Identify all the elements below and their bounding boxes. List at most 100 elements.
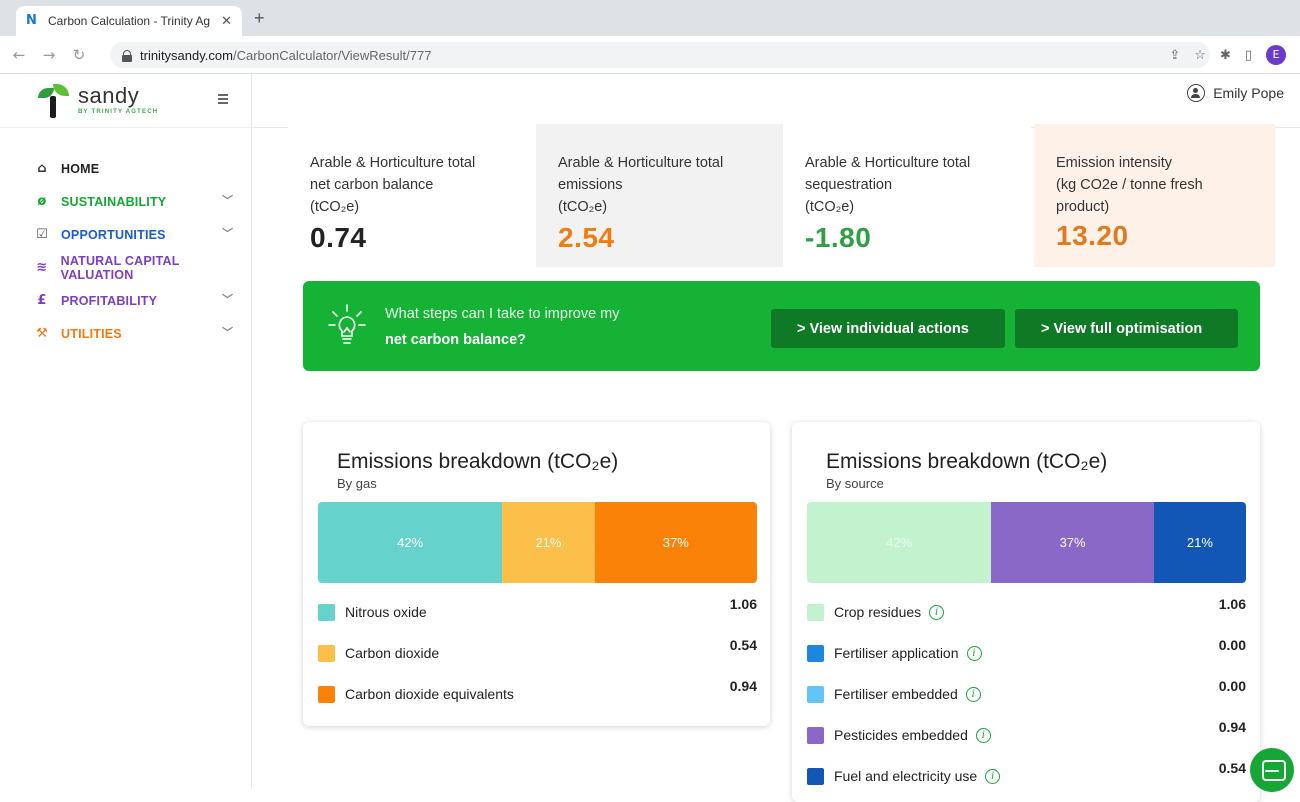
info-icon[interactable]: i [929, 604, 945, 620]
view-full-optimisation-button[interactable]: > View full optimisation [1015, 309, 1238, 348]
sidebar-item-sustainability[interactable]: ø SUSTAINABILITY ﹀ [0, 185, 251, 218]
stat-label: Emission intensity [1056, 155, 1173, 171]
legend-value: 0.94 [1218, 719, 1246, 735]
chevron-down-icon[interactable]: ﹀ [222, 192, 233, 208]
sidebar-item-opportunities[interactable]: ☑ OPPORTUNITIES ﹀ [0, 218, 251, 251]
info-icon[interactable]: i [985, 768, 1001, 784]
bar-segment[interactable]: 37% [991, 502, 1154, 583]
brand-logo[interactable]: sandy BY TRINITY AGTECH [0, 74, 251, 128]
chevron-down-icon[interactable]: ﹀ [222, 291, 233, 307]
stat-label: sequestration [805, 177, 893, 193]
stat-label: Arable & Horticulture total [805, 155, 971, 171]
stat-unit: (tCO₂e) [558, 199, 608, 215]
stat-value: 2.54 [558, 222, 615, 253]
legend-label: Fertiliser embedded [834, 686, 958, 702]
info-icon[interactable]: i [975, 727, 991, 743]
bar-segment[interactable]: 21% [1153, 502, 1246, 583]
legend-item: Nitrous oxide [318, 602, 427, 622]
view-individual-actions-button[interactable]: > View individual actions [771, 309, 1005, 348]
browser-tab[interactable]: N Carbon Calculation - Trinity Ag ✕ [16, 6, 242, 36]
profile-avatar[interactable]: E [1266, 45, 1286, 65]
lightbulb-icon [328, 304, 366, 344]
forward-arrow-icon[interactable]: → [38, 46, 60, 64]
home-icon: ⌂ [37, 161, 47, 176]
sidebar-item-label: SUSTAINABILITY [61, 194, 167, 209]
legend-value: 1.06 [729, 596, 757, 612]
legend-value: 0.54 [729, 637, 757, 653]
legend-swatch [807, 644, 824, 662]
extensions-icon[interactable]: ✱ [1220, 48, 1231, 63]
stat-value: 13.20 [1056, 220, 1129, 251]
stat-net-carbon-balance: Arable & Horticulture total net carbon ba… [288, 124, 536, 267]
legend-swatch [318, 603, 335, 621]
info-icon[interactable]: i [966, 645, 982, 661]
sidebar-item-utilities[interactable]: ⚒ UTILITIES ﹀ [0, 317, 251, 350]
legend-value: 0.94 [729, 678, 757, 694]
chevron-down-icon[interactable]: ﹀ [222, 225, 233, 241]
legend-swatch [807, 685, 824, 703]
browser-tab-bar: N Carbon Calculation - Trinity Ag ✕ + [0, 0, 1300, 36]
user-menu[interactable]: Emily Pope [1187, 84, 1284, 102]
tab-close-icon[interactable]: ✕ [221, 13, 232, 29]
brand-tagline: BY TRINITY AGTECH [78, 109, 159, 115]
legend-value: 0.00 [1218, 637, 1246, 653]
sidebar-item-home[interactable]: ⌂ HOME [0, 152, 251, 185]
bar-segment[interactable]: 42% [318, 502, 503, 583]
legend-item: Fuel and electricity use i [807, 766, 1001, 786]
landscape-icon: ≋ [36, 260, 48, 275]
chat-support-button[interactable] [1250, 748, 1294, 792]
stat-label: net carbon balance [310, 177, 434, 193]
legend-swatch [807, 767, 824, 785]
legend-swatch [807, 726, 824, 744]
sidebar-item-profitability[interactable]: £ PROFITABILITY ﹀ [0, 284, 251, 317]
sidebar: sandy BY TRINITY AGTECH ⌂ HOME ø SUSTAIN… [0, 74, 252, 789]
user-icon [1187, 84, 1206, 102]
card-subtitle: By source [826, 476, 884, 491]
back-arrow-icon[interactable]: ← [8, 46, 30, 64]
url-path: /CarbonCalculator/ViewResult/777 [232, 47, 432, 63]
url-host: trinitysandy.com [140, 47, 233, 63]
legend-item: Carbon dioxide equivalents [318, 684, 514, 704]
side-panel-icon[interactable]: ▯ [1245, 48, 1252, 63]
stat-value: -1.80 [805, 222, 872, 253]
chevron-down-icon[interactable]: ﹀ [222, 324, 233, 340]
stat-label: emissions [558, 177, 623, 193]
sidebar-item-label: UTILITIES [61, 326, 122, 341]
tab-title: Carbon Calculation - Trinity Ag [48, 14, 211, 28]
stat-label: product) [1056, 199, 1110, 215]
app-header: Emily Pope [252, 74, 1300, 128]
bar-segment[interactable]: 37% [594, 502, 757, 583]
gas-stacked-bar: 42% 21% 37% [318, 502, 757, 583]
legend-item: Pesticides embedded i [807, 725, 991, 745]
legend-label: Fuel and electricity use [834, 768, 978, 784]
legend-label: Nitrous oxide [345, 604, 427, 620]
reload-icon[interactable]: ↻ [68, 46, 90, 64]
address-bar[interactable]: trinitysandy.com/CarbonCalculator/ViewRe… [110, 42, 1210, 68]
sidebar-item-label: HOME [61, 161, 100, 176]
share-icon[interactable]: ⇪ [1169, 48, 1180, 63]
pound-icon: £ [37, 293, 47, 308]
bookmark-star-icon[interactable]: ☆ [1194, 48, 1206, 63]
stat-total-emissions: Arable & Horticulture total emissions (tCO… [536, 124, 783, 267]
sidebar-item-natural-capital-valuation[interactable]: ≋ NATURAL CAPITAL VALUATION [0, 251, 251, 284]
user-name: Emily Pope [1213, 85, 1284, 101]
legend-value: 1.06 [1218, 596, 1246, 612]
card-title: Emissions breakdown (tCO₂e) [826, 450, 1108, 473]
info-icon[interactable]: i [965, 686, 981, 702]
bar-segment[interactable]: 42% [807, 502, 992, 583]
legend-item: Fertiliser embedded i [807, 684, 981, 704]
stat-label: (kg CO2e / tonne fresh [1056, 177, 1203, 193]
legend-swatch [318, 644, 335, 662]
stat-label: Arable & Horticulture total [558, 155, 724, 171]
checklist-icon: ☑ [36, 227, 48, 242]
card-title: Emissions breakdown (tCO₂e) [337, 450, 619, 473]
leaf-icon: ø [37, 194, 47, 209]
menu-toggle-icon[interactable] [218, 94, 228, 104]
bar-segment[interactable]: 21% [502, 502, 595, 583]
browser-actions: ⇪ ☆ ✱ ▯ E [1169, 45, 1286, 65]
legend-label: Fertiliser application [834, 645, 959, 661]
new-tab-icon[interactable]: + [254, 8, 265, 29]
legend-item: Fertiliser application i [807, 643, 982, 663]
lock-icon [122, 49, 132, 62]
notion-favicon-icon: N [26, 13, 37, 28]
